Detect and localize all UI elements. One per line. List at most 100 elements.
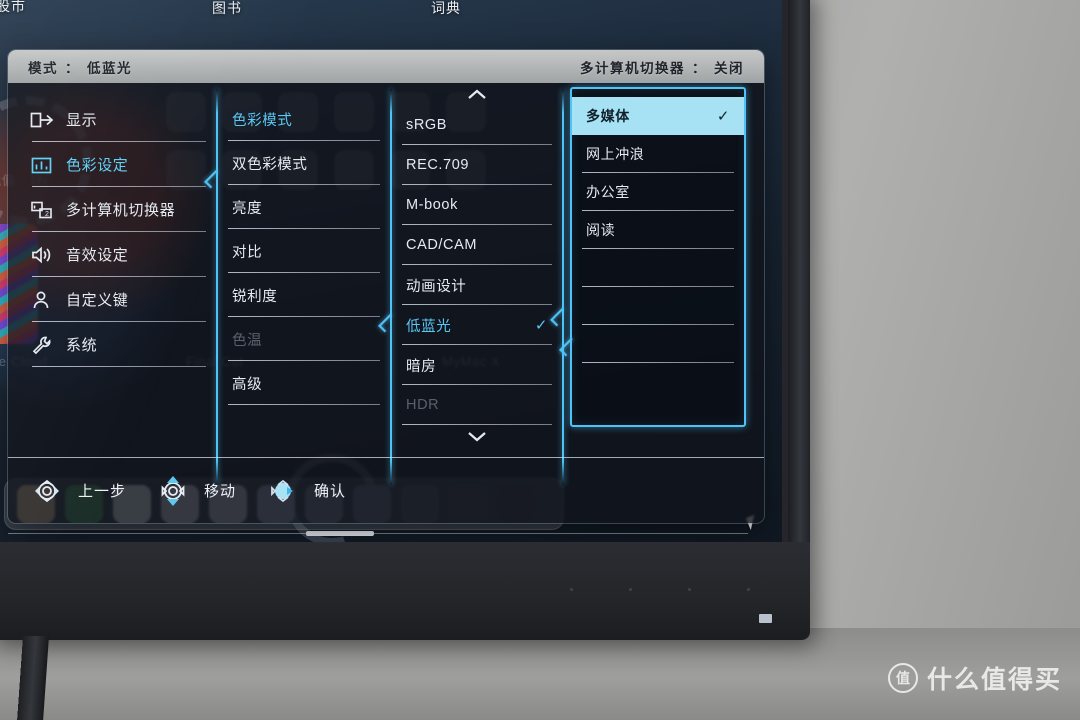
dock-indicator	[306, 531, 374, 536]
setting-color-temperature: 色温	[218, 317, 390, 361]
watermark: 值 什么值得买	[887, 660, 1062, 696]
speaker-icon	[30, 244, 55, 266]
setting-label: 高级	[232, 376, 263, 393]
osd-divider-3	[562, 89, 564, 485]
desktop-icon-label-stocks: 股市	[0, 0, 26, 14]
setting-label: 色温	[232, 332, 263, 349]
input-arrow-icon	[30, 109, 55, 131]
osd-footer: 上一步 移动 确认	[8, 457, 764, 523]
osd-mode-colon: ：	[65, 60, 80, 76]
wrench-icon	[30, 334, 55, 356]
color-mode-low-blue-light[interactable]: 低蓝光 ✓	[392, 305, 562, 345]
submode-empty-row	[572, 249, 744, 287]
sidebar-item-label: 系统	[66, 337, 98, 354]
color-mode-label: 动画设计	[406, 278, 467, 295]
color-mode-label: 低蓝光	[406, 318, 452, 335]
sidebar-item-color-settings[interactable]: 色彩设定	[22, 142, 216, 187]
sidebar-item-label: 自定义键	[66, 292, 129, 309]
osd-kvm-value: 关闭	[714, 60, 744, 76]
user-icon	[30, 289, 55, 311]
chevron-left-icon	[562, 335, 575, 359]
nav-move-button[interactable]: 移动	[152, 470, 236, 512]
submode-empty-row	[572, 287, 744, 325]
row-rule	[402, 424, 552, 425]
submode-web-surfing[interactable]: 网上冲浪	[572, 135, 744, 173]
sidebar-item-system[interactable]: 系统	[22, 322, 216, 367]
setting-contrast[interactable]: 对比	[218, 229, 390, 273]
setting-label: 对比	[232, 244, 263, 261]
color-mode-label: CAD/CAM	[406, 237, 478, 253]
watermark-badge: 值	[887, 663, 918, 693]
color-mode-animation[interactable]: 动画设计	[392, 265, 562, 305]
bezel-control-dots[interactable]	[570, 588, 750, 592]
desktop-icon-label-dictionary: 词典	[431, 0, 461, 16]
osd-header: 模式 ： 低蓝光 多计算机切换器 ： 关闭	[8, 50, 764, 83]
nav-label: 移动	[204, 483, 237, 500]
sidebar-item-custom-key[interactable]: 自定义键	[22, 277, 216, 322]
color-mode-label: HDR	[406, 397, 440, 413]
setting-label: 亮度	[232, 200, 263, 217]
submode-office[interactable]: 办公室	[572, 173, 744, 211]
setting-label: 色彩模式	[232, 112, 293, 129]
kvm-switch-icon: 2	[30, 199, 55, 221]
sidebar-item-label: 色彩设定	[66, 157, 129, 174]
dpad-move-icon	[152, 470, 194, 512]
sidebar-item-label: 多计算机切换器	[66, 202, 176, 219]
setting-dual-color-mode[interactable]: 双色彩模式	[218, 141, 390, 185]
setting-brightness[interactable]: 亮度	[218, 185, 390, 229]
dock-divider	[8, 533, 748, 534]
sidebar-item-kvm[interactable]: 2 多计算机切换器	[22, 187, 216, 232]
scroll-up-icon[interactable]	[392, 83, 562, 105]
color-mode-label: REC.709	[406, 157, 470, 173]
monitor-bezel-bottom	[0, 542, 810, 640]
color-mode-mbook[interactable]: M-book	[392, 185, 562, 225]
setting-color-mode[interactable]: 色彩模式	[218, 97, 390, 141]
color-mode-cadcam[interactable]: CAD/CAM	[392, 225, 562, 265]
osd-column-submodes: 多媒体 ✓ 网上冲浪 办公室 阅读	[570, 87, 746, 427]
svg-text:2: 2	[45, 211, 50, 218]
osd-mode-label: 模式	[28, 60, 58, 76]
submode-reading[interactable]: 阅读	[572, 211, 744, 249]
monitor: 股市 图书 词典 就偏 好i tive Cloud Final Cut MyMa…	[0, 0, 810, 640]
watermark-text: 什么值得买	[926, 666, 1062, 694]
color-mode-srgb[interactable]: sRGB	[392, 105, 562, 145]
setting-label: 双色彩模式	[232, 156, 308, 173]
color-mode-rec709[interactable]: REC.709	[392, 145, 562, 185]
check-icon: ✓	[716, 107, 730, 125]
scroll-down-icon[interactable]	[392, 425, 562, 447]
dpad-confirm-icon	[262, 470, 304, 512]
color-mode-label: 暗房	[406, 358, 437, 375]
desktop-icon-label-books: 图书	[212, 0, 242, 16]
submode-label: 阅读	[586, 222, 616, 238]
submode-label: 多媒体	[586, 108, 630, 124]
row-rule	[32, 366, 206, 367]
osd-kvm-label: 多计算机切换器	[580, 60, 685, 76]
setting-advanced[interactable]: 高级	[218, 361, 390, 405]
submode-empty-row	[572, 325, 744, 363]
setting-sharpness[interactable]: 锐利度	[218, 273, 390, 317]
color-mode-label: M-book	[406, 197, 458, 213]
nav-confirm-button[interactable]: 确认	[262, 470, 346, 512]
monitor-screen: 股市 图书 词典 就偏 好i tive Cloud Final Cut MyMa…	[0, 0, 782, 544]
nav-back-button[interactable]: 上一步	[26, 470, 126, 512]
sidebar-item-audio[interactable]: 音效设定	[22, 232, 216, 277]
submode-label: 办公室	[586, 184, 630, 200]
color-mode-darkroom[interactable]: 暗房	[392, 345, 562, 385]
chevron-left-icon	[553, 305, 566, 329]
osd-kvm-status: 多计算机切换器 ： 关闭	[580, 57, 744, 77]
osd-panel: 模式 ： 低蓝光 多计算机切换器 ： 关闭 显示 色彩设定 2 多计算机切换器 …	[8, 50, 764, 523]
screenshot-stage: 股市 图书 词典 就偏 好i tive Cloud Final Cut MyMa…	[0, 0, 1080, 720]
osd-mode-status: 模式 ： 低蓝光	[28, 57, 132, 77]
osd-mode-value: 低蓝光	[87, 60, 132, 76]
submode-empty-row	[572, 363, 744, 401]
osd-kvm-colon: ：	[692, 60, 707, 76]
submode-multimedia[interactable]: 多媒体 ✓	[572, 97, 744, 135]
color-bars-icon	[30, 154, 55, 176]
nav-label: 上一步	[78, 483, 127, 500]
submode-label: 网上冲浪	[586, 146, 645, 162]
sidebar-item-label: 音效设定	[66, 247, 129, 264]
sidebar-item-display[interactable]: 显示	[22, 97, 216, 142]
color-mode-label: sRGB	[406, 117, 448, 133]
dpad-back-icon	[26, 470, 68, 512]
sidebar-item-label: 显示	[66, 112, 98, 129]
